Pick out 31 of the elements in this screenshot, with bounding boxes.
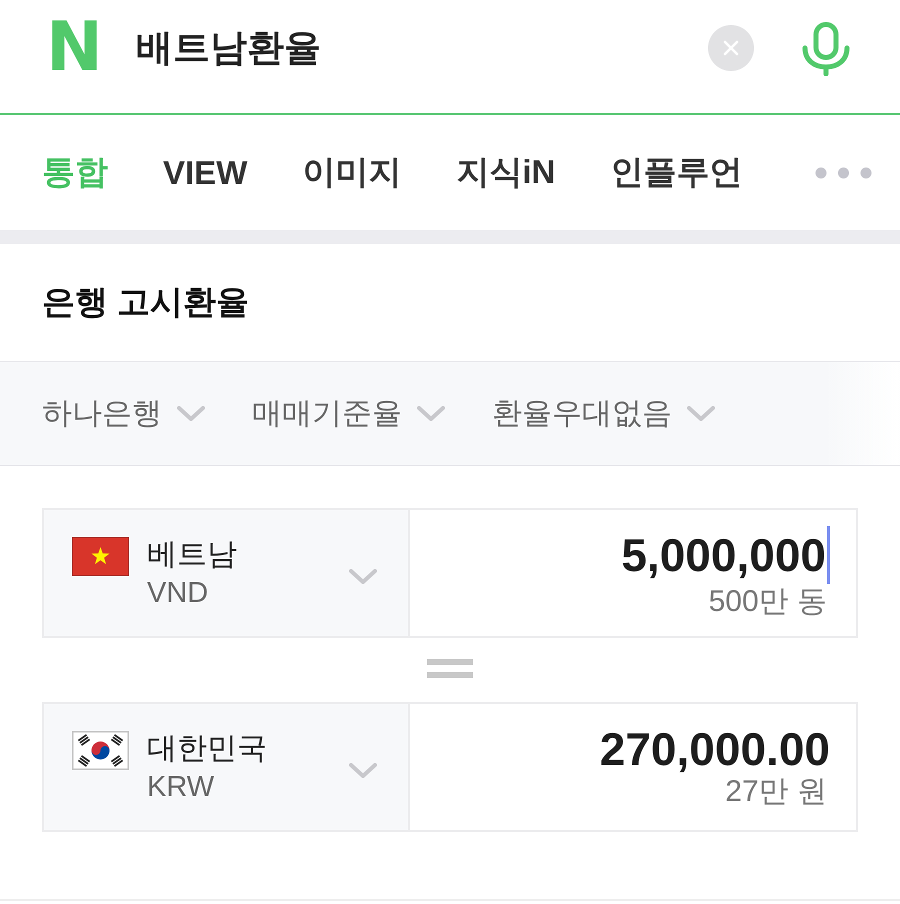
- currency-code: KRW: [147, 770, 216, 805]
- korean-flag-icon: [72, 731, 129, 770]
- amount-in-words: 27만 원: [725, 774, 827, 810]
- amount-field[interactable]: 5,000,000: [621, 526, 830, 584]
- filter-dropdown[interactable]: 환율우대없음: [492, 393, 716, 434]
- more-icon[interactable]: [815, 166, 872, 178]
- filter-dropdown[interactable]: 매매기준율: [252, 393, 446, 434]
- microphone-icon[interactable]: [800, 22, 852, 76]
- tab[interactable]: 이미지: [302, 150, 402, 195]
- chevron-icon: [686, 405, 716, 422]
- currency-select[interactable]: 대한민국 KRW: [44, 704, 410, 830]
- tab[interactable]: 인플루언: [610, 150, 742, 195]
- country-name: 베트남: [147, 537, 237, 573]
- chevron-icon: [176, 405, 206, 422]
- section-title: 은행 고시환율: [42, 282, 250, 322]
- currency-select[interactable]: 베트남 VND: [44, 510, 410, 636]
- equals-icon: [427, 659, 473, 679]
- chevron-icon: [416, 405, 446, 422]
- clear-button[interactable]: [708, 24, 754, 70]
- tab[interactable]: VIEW: [163, 154, 248, 192]
- chevron-icon: [348, 762, 378, 779]
- filter-dropdown[interactable]: 하나은행: [42, 393, 206, 434]
- close-icon: [723, 40, 739, 56]
- amount-in-words: 500만 동: [708, 584, 827, 620]
- tab[interactable]: 지식iN: [456, 150, 556, 195]
- currency-code: VND: [147, 576, 210, 611]
- search-field[interactable]: 배트남환율: [136, 22, 321, 72]
- vietnamese-flag-icon: [72, 537, 129, 576]
- chevron-icon: [348, 568, 378, 585]
- country-name: 대한민국: [147, 731, 267, 767]
- amount-field[interactable]: 270,000.00: [600, 724, 830, 774]
